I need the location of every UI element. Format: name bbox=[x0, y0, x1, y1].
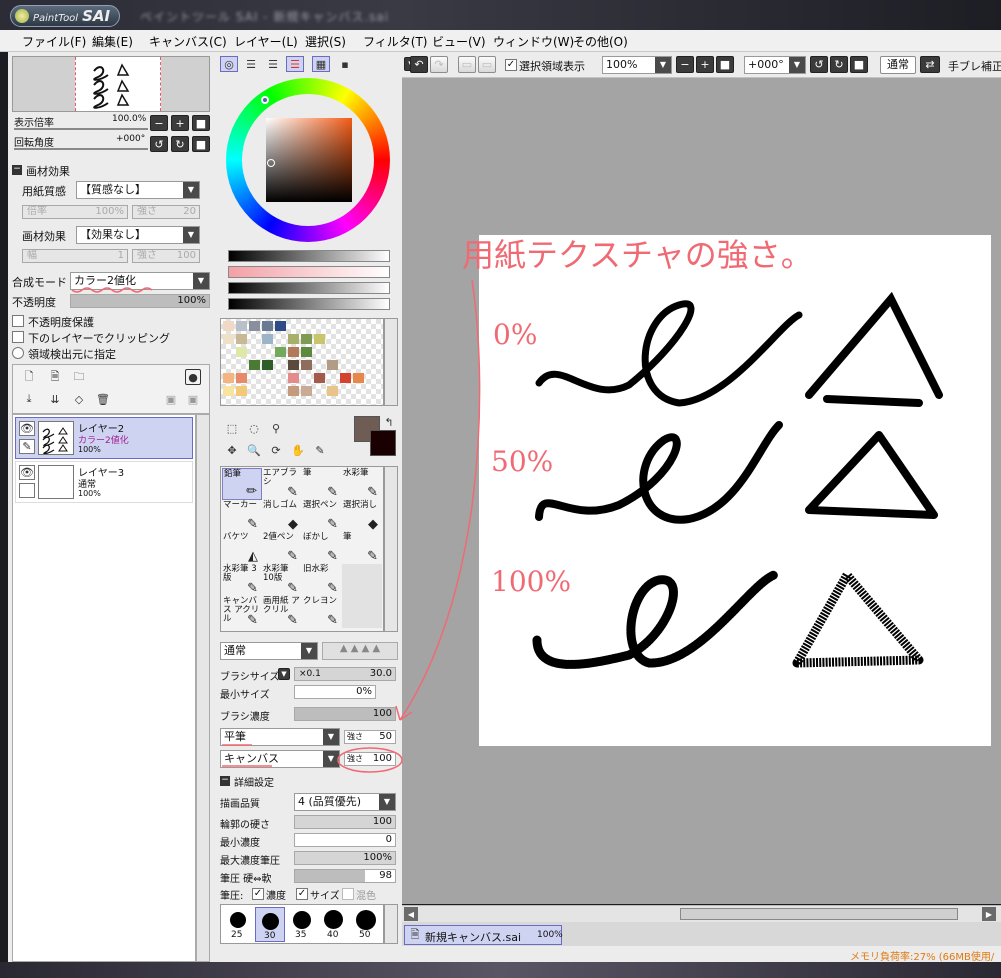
annotation-circle bbox=[337, 747, 403, 773]
annotation-underline bbox=[222, 744, 272, 767]
document-tab[interactable]: 🗎 新規キャンバス.sai 100% bbox=[404, 925, 563, 945]
scroll-left-icon[interactable]: ◀ bbox=[404, 907, 418, 921]
scroll-right-icon[interactable]: ▶ bbox=[982, 907, 996, 921]
window-bottom-edge bbox=[0, 962, 1001, 978]
annotation-underline bbox=[71, 287, 153, 293]
annotation-arrow bbox=[399, 279, 481, 721]
canvas-hscrollbar[interactable]: ◀ ▶ bbox=[402, 905, 1001, 922]
document-zoom: 100% bbox=[537, 930, 563, 940]
memory-status: メモリ負荷率:27% (66MB使用/ bbox=[850, 952, 995, 963]
annotation-overlay bbox=[71, 279, 481, 773]
document-tab-bar: 🗎 新規キャンバス.sai 100% bbox=[402, 922, 1001, 946]
document-name: 新規キャンバス.sai bbox=[425, 931, 522, 944]
document-icon: 🗎 bbox=[410, 927, 420, 941]
hscroll-thumb[interactable] bbox=[680, 908, 958, 920]
status-bar: メモリ負荷率:27% (66MB使用/ bbox=[402, 946, 1001, 963]
